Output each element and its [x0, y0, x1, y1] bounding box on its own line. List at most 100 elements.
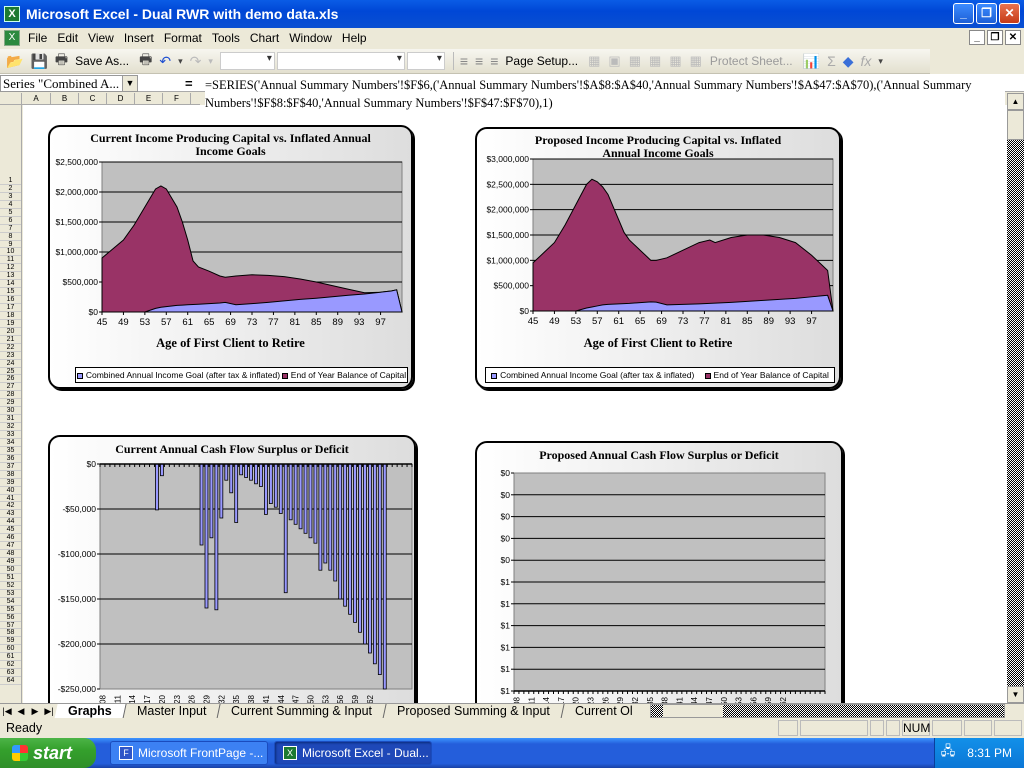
chart-proposed-cashflow[interactable]: Proposed Annual Cash Flow Surplus or Def… [475, 441, 843, 703]
row-header[interactable]: 49 [0, 558, 21, 566]
style-select[interactable] [219, 52, 275, 70]
row-header[interactable]: 30 [0, 407, 21, 416]
row-header[interactable]: 19 [0, 320, 21, 328]
chart-wizard-icon[interactable]: 📊 [803, 53, 820, 70]
row-header[interactable]: 24 [0, 360, 21, 368]
workbook-icon[interactable]: X [4, 30, 20, 46]
row-header[interactable]: 57 [0, 622, 21, 630]
row-header[interactable]: 9 [0, 241, 21, 249]
vertical-scroll-thumb[interactable] [1007, 110, 1024, 140]
chart-legend[interactable]: Combined Annual Income Goal (after tax &… [75, 367, 408, 383]
workbook-minimize-button[interactable]: _ [969, 30, 985, 45]
first-sheet-icon[interactable]: |◀ [0, 704, 14, 718]
autosum-icon[interactable]: Σ [827, 53, 836, 69]
chart-proposed-capital[interactable]: Proposed Income Producing Capital vs. In… [475, 127, 841, 389]
sheet-tab-current-ol[interactable]: Current Ol [562, 704, 647, 719]
row-header[interactable]: 18 [0, 312, 21, 320]
row-header[interactable]: 54 [0, 598, 21, 606]
row-header[interactable]: 41 [0, 495, 21, 503]
menu-window[interactable]: Window [289, 31, 332, 45]
minimize-button[interactable]: _ [953, 3, 974, 24]
row-header[interactable]: 34 [0, 439, 21, 447]
align-center-icon[interactable]: ≡ [475, 53, 483, 69]
open-icon[interactable]: 📂 [6, 53, 23, 70]
row-header[interactable]: 56 [0, 614, 21, 622]
row-header[interactable]: 17 [0, 304, 21, 312]
column-header[interactable]: D [107, 93, 135, 104]
menu-edit[interactable]: Edit [57, 31, 78, 45]
row-header[interactable]: 38 [0, 471, 21, 479]
row-header[interactable]: 14 [0, 280, 21, 289]
row-header[interactable]: 61 [0, 653, 21, 662]
row-header[interactable]: 55 [0, 606, 21, 614]
row-header[interactable]: 36 [0, 455, 21, 463]
border-icon[interactable]: ▦ [690, 53, 702, 69]
chart-plot[interactable]: $0$0$0$0$0$1$1$1$1$1$1200820112014201720… [477, 443, 845, 703]
row-header[interactable]: 10 [0, 248, 21, 257]
border-icon[interactable]: ▣ [608, 53, 620, 69]
row-header[interactable]: 52 [0, 582, 21, 590]
row-header[interactable]: 39 [0, 479, 21, 487]
menu-help[interactable]: Help [342, 31, 367, 45]
row-header[interactable]: 7 [0, 225, 21, 233]
menu-view[interactable]: View [88, 31, 114, 45]
row-header[interactable]: 50 [0, 566, 21, 574]
border-icon[interactable]: ▦ [629, 53, 641, 69]
row-header[interactable]: 4 [0, 201, 21, 209]
select-all-corner[interactable] [0, 93, 22, 104]
network-disconnected-icon[interactable]: 🖧 [941, 742, 956, 764]
row-header[interactable]: 15 [0, 288, 21, 297]
horizontal-scrollbar[interactable] [650, 704, 1005, 718]
row-header[interactable]: 44 [0, 518, 21, 527]
prev-sheet-icon[interactable]: ◀ [14, 704, 28, 718]
row-header[interactable]: 48 [0, 550, 21, 558]
restore-button[interactable]: ❐ [976, 3, 997, 24]
menu-chart[interactable]: Chart [250, 31, 279, 45]
close-button[interactable]: ✕ [999, 3, 1020, 24]
column-header[interactable]: B [51, 93, 79, 104]
row-header[interactable]: 46 [0, 534, 21, 543]
row-header[interactable]: 43 [0, 510, 21, 519]
menu-tools[interactable]: Tools [212, 31, 240, 45]
undo-dropdown-icon[interactable]: ▾ [178, 56, 183, 67]
row-header[interactable]: 20 [0, 328, 21, 336]
save-icon[interactable]: 💾 [30, 53, 47, 70]
row-header[interactable]: 13 [0, 272, 21, 281]
row-header[interactable]: 58 [0, 629, 21, 638]
row-header[interactable]: 35 [0, 447, 21, 455]
name-box[interactable]: Series "Combined A... [0, 75, 138, 92]
menu-insert[interactable]: Insert [124, 31, 154, 45]
row-header[interactable]: 59 [0, 637, 21, 646]
row-header[interactable]: 40 [0, 487, 21, 495]
row-header[interactable]: 60 [0, 645, 21, 654]
sheet-tab-current-summing[interactable]: Current Summing & Input [217, 703, 387, 719]
border-icon[interactable]: ▦ [588, 53, 600, 69]
row-header[interactable]: 23 [0, 352, 21, 360]
row-header[interactable]: 11 [0, 256, 21, 265]
font-size-select[interactable] [406, 52, 445, 70]
border-icon[interactable]: ▦ [649, 53, 661, 69]
row-header[interactable]: 33 [0, 431, 21, 439]
drawing-icon[interactable]: ◆ [843, 53, 854, 70]
protect-sheet-button[interactable]: Protect Sheet... [710, 54, 793, 68]
menu-format[interactable]: Format [164, 31, 202, 45]
row-header[interactable]: 26 [0, 375, 21, 384]
redo-dropdown-icon[interactable]: ▾ [208, 56, 213, 67]
redo-icon[interactable]: ↷ [190, 53, 202, 70]
row-header[interactable]: 42 [0, 502, 21, 511]
row-header[interactable]: 5 [0, 209, 21, 217]
row-header[interactable]: 3 [0, 193, 21, 201]
column-header[interactable]: A [22, 93, 51, 104]
page-setup-button[interactable]: Page Setup... [505, 54, 578, 68]
column-header[interactable]: F [163, 93, 191, 104]
workbook-close-button[interactable]: ✕ [1005, 30, 1021, 45]
align-left-icon[interactable]: ≡ [460, 53, 468, 69]
function-icon[interactable]: fx [861, 53, 872, 69]
row-header[interactable]: 47 [0, 542, 21, 551]
chart-plot[interactable]: $0 -$50,000 -$100,000 -$150,000 -$200,000 -$2… [50, 437, 418, 703]
sheet-tab-proposed-summing[interactable]: Proposed Summing & Input [383, 703, 565, 719]
row-header[interactable]: 12 [0, 264, 21, 273]
formula-input[interactable]: =SERIES('Annual Summary Numbers'!$F$6,('… [205, 76, 1005, 112]
row-header[interactable]: 6 [0, 217, 21, 225]
chart-plot[interactable]: $0 $500,000 $1,000,000 $1,500,000 $2,000,000… [477, 129, 843, 391]
